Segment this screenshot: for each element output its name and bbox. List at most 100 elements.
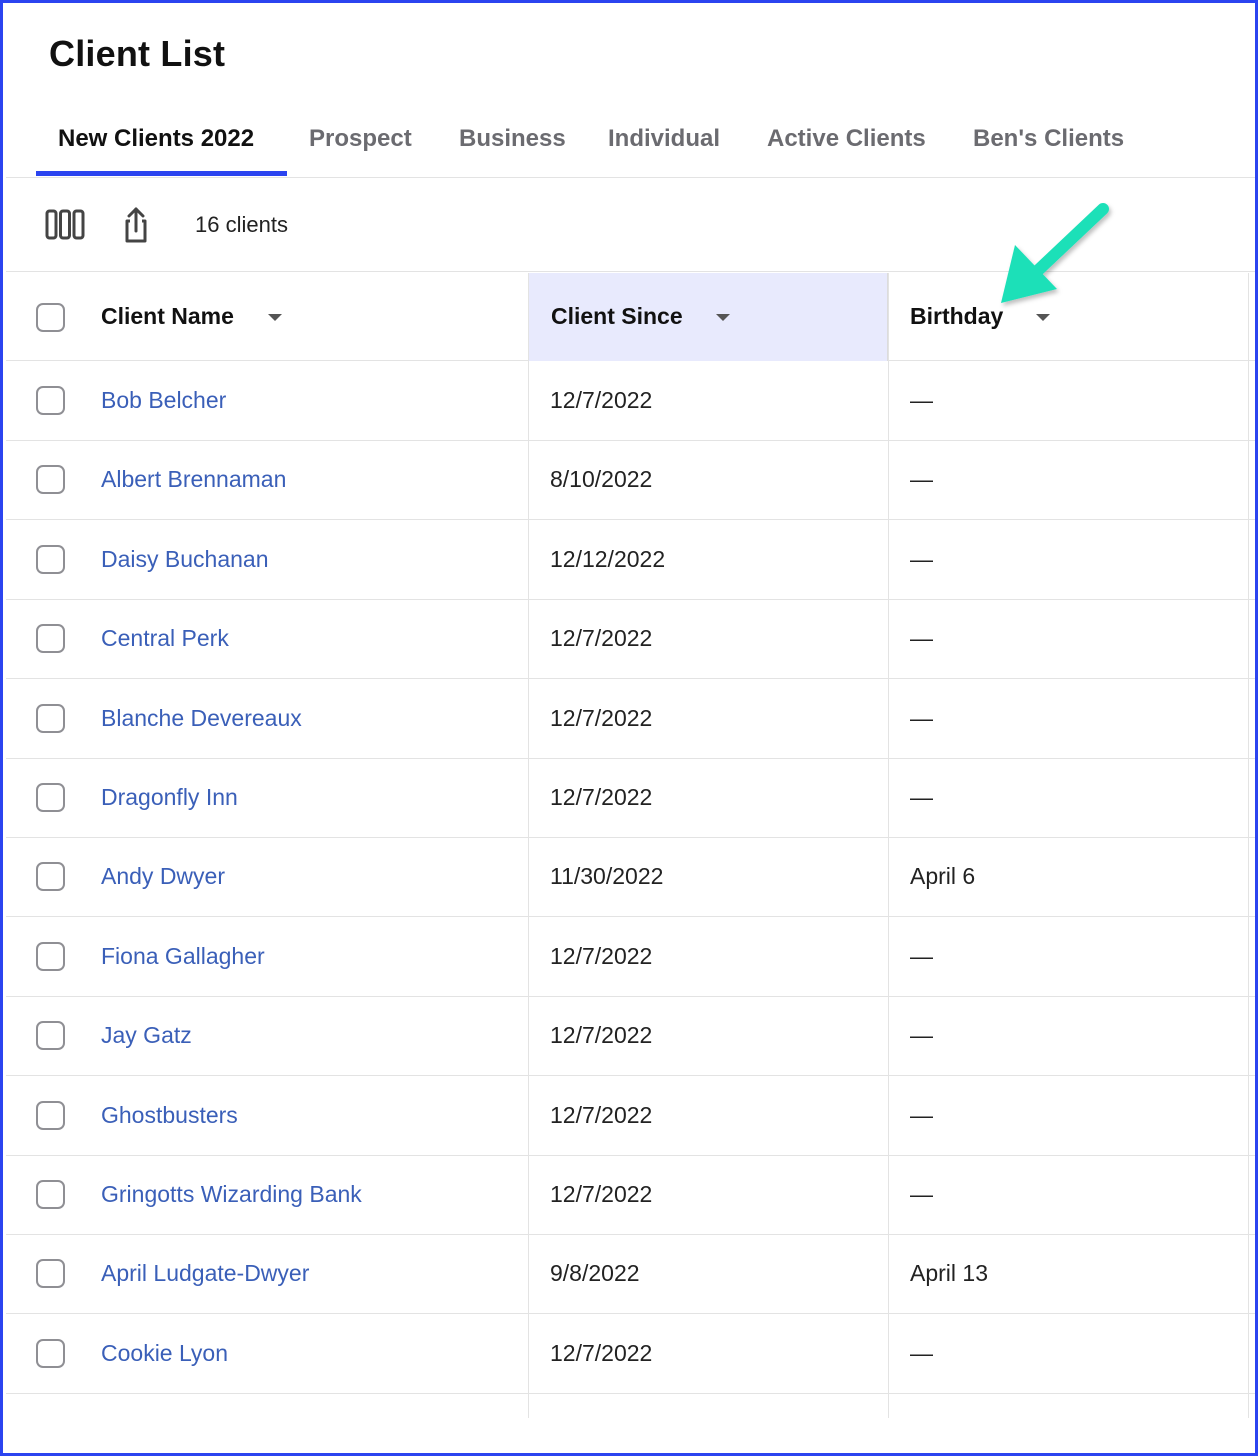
row-checkbox[interactable] (36, 1100, 65, 1130)
cell-client-since: 12/7/2022 (528, 917, 888, 996)
cell-birthday: April 13 (888, 1234, 1255, 1313)
cell-birthday: — (888, 1314, 1255, 1393)
app-window: Client List New Clients 2022 Prospect Bu… (0, 0, 1258, 1456)
row-checkbox[interactable] (36, 862, 65, 892)
client-since-value: 9/8/2022 (550, 1260, 640, 1287)
table-row[interactable]: Dragonfly Inn 12/7/2022 — (6, 758, 1255, 838)
cell-birthday: — (888, 758, 1255, 837)
tab-active-clients[interactable]: Active Clients (767, 103, 926, 178)
client-name-link[interactable]: Daisy Buchanan (101, 546, 269, 573)
client-name-link[interactable]: Central Perk (101, 625, 229, 652)
header-client-since[interactable]: Client Since (528, 273, 888, 361)
birthday-value: — (910, 1339, 933, 1366)
tab-bens-clients[interactable]: Ben's Clients (973, 103, 1124, 178)
sort-client-since-caret[interactable] (716, 314, 730, 321)
tab-business[interactable]: Business (459, 103, 566, 178)
table-row[interactable]: Blanche Devereaux 12/7/2022 — (6, 679, 1255, 759)
table-row[interactable]: Andy Dwyer 11/30/2022 April 6 (6, 837, 1255, 918)
client-name-link[interactable]: Albert Brennaman (101, 466, 286, 493)
tab-individual[interactable]: Individual (608, 103, 720, 178)
client-since-value: 11/30/2022 (550, 863, 664, 890)
client-name-link[interactable]: Gringotts Wizarding Bank (101, 1181, 362, 1208)
client-name-link[interactable]: Bob Belcher (101, 387, 226, 414)
export-button[interactable] (114, 205, 158, 245)
sort-birthday-caret[interactable] (1036, 314, 1050, 321)
row-checkbox[interactable] (36, 941, 65, 971)
table-row[interactable]: Central Perk 12/7/2022 — (6, 599, 1255, 680)
table-row[interactable]: Albert Brennaman 8/10/2022 — (6, 440, 1255, 521)
table-row[interactable]: Fiona Gallagher 12/7/2022 — (6, 917, 1255, 997)
client-since-value: 12/12/2022 (550, 545, 666, 572)
cell-birthday: — (888, 599, 1255, 678)
client-since-value: 8/10/2022 (550, 466, 653, 493)
client-since-value: 12/7/2022 (550, 387, 653, 413)
select-all-checkbox[interactable] (36, 303, 65, 332)
cell-client-since: 8/10/2022 (528, 440, 888, 519)
cell-client-name: Blanche Devereaux (6, 679, 528, 758)
client-name-link[interactable]: Ghostbusters (101, 1102, 238, 1129)
header-client-since-label: Client Since (551, 303, 683, 329)
sort-client-name-caret[interactable] (268, 314, 282, 321)
client-name-link[interactable]: Cookie Lyon (101, 1340, 228, 1367)
client-table: Client Name Client Since Birthday Bob Be… (6, 273, 1255, 1418)
row-checkbox[interactable] (36, 783, 65, 812)
client-name-link[interactable]: Dragonfly Inn (101, 784, 238, 811)
cell-client-name: Central Perk (6, 599, 528, 678)
birthday-value: — (910, 387, 933, 413)
row-checkbox[interactable] (36, 1180, 65, 1209)
client-since-value: 12/7/2022 (550, 1101, 653, 1128)
tab-new-clients-2022[interactable]: New Clients 2022 (58, 103, 254, 178)
client-since-value: 12/7/2022 (550, 1181, 653, 1207)
cell-client-name: Fiona Gallagher (6, 917, 528, 996)
row-checkbox[interactable] (36, 1021, 65, 1051)
table-row[interactable]: Gringotts Wizarding Bank 12/7/2022 — (6, 1155, 1255, 1235)
cell-client-since: 12/12/2022 (528, 520, 888, 599)
cell-client-since: 12/7/2022 (528, 996, 888, 1075)
column-divider (1248, 273, 1249, 1418)
tab-prospect[interactable]: Prospect (309, 103, 412, 178)
columns-button[interactable] (43, 205, 87, 245)
table-row[interactable]: Daisy Buchanan 12/12/2022 — (6, 520, 1255, 600)
cell-birthday: — (888, 917, 1255, 996)
birthday-value: April 6 (910, 863, 976, 890)
birthday-value: — (910, 704, 933, 731)
birthday-value: — (910, 784, 933, 810)
cell-birthday: — (888, 679, 1255, 758)
cell-client-since: 9/8/2022 (528, 1234, 888, 1313)
birthday-value: — (910, 942, 933, 969)
row-checkbox[interactable] (36, 1259, 65, 1289)
client-name-link[interactable]: Andy Dwyer (101, 863, 225, 890)
row-checkbox[interactable] (36, 386, 65, 415)
client-since-value: 12/7/2022 (550, 625, 653, 652)
table-row[interactable]: Bob Belcher 12/7/2022 — (6, 361, 1255, 441)
client-since-value: 12/7/2022 (550, 942, 653, 969)
cell-client-since: 12/7/2022 (528, 1314, 888, 1393)
cell-client-name: April Ludgate-Dwyer (6, 1234, 528, 1313)
client-name-link[interactable]: April Ludgate-Dwyer (101, 1260, 309, 1287)
table-row[interactable]: Jay Gatz 12/7/2022 — (6, 996, 1255, 1077)
table-row[interactable]: Ghostbusters 12/7/2022 — (6, 1076, 1255, 1156)
row-checkbox[interactable] (36, 465, 65, 495)
birthday-value: — (910, 625, 933, 652)
header-client-name: Client Name (6, 273, 528, 361)
client-name-link[interactable]: Blanche Devereaux (101, 705, 302, 732)
cell-client-since: 12/7/2022 (528, 758, 888, 837)
cell-client-name: Andy Dwyer (6, 837, 528, 916)
cell-birthday: — (888, 1155, 1255, 1234)
share-export-icon (125, 207, 147, 243)
cell-client-name: Gringotts Wizarding Bank (6, 1155, 528, 1234)
header-birthday[interactable]: Birthday (888, 273, 1255, 361)
cell-birthday: — (888, 361, 1255, 440)
row-checkbox[interactable] (36, 703, 65, 733)
row-checkbox[interactable] (36, 1338, 65, 1368)
table-row[interactable]: Cookie Lyon 12/7/2022 — (6, 1314, 1255, 1394)
table-row[interactable]: April Ludgate-Dwyer 9/8/2022 April 13 (6, 1234, 1255, 1315)
header-client-name-label: Client Name (101, 303, 234, 329)
toolbar: 16 clients (6, 179, 1255, 272)
client-name-link[interactable]: Fiona Gallagher (101, 943, 265, 970)
client-name-link[interactable]: Jay Gatz (101, 1022, 192, 1049)
row-checkbox[interactable] (36, 624, 65, 654)
cell-birthday: — (888, 996, 1255, 1075)
row-checkbox[interactable] (36, 544, 65, 574)
client-since-value: 12/7/2022 (550, 704, 653, 731)
